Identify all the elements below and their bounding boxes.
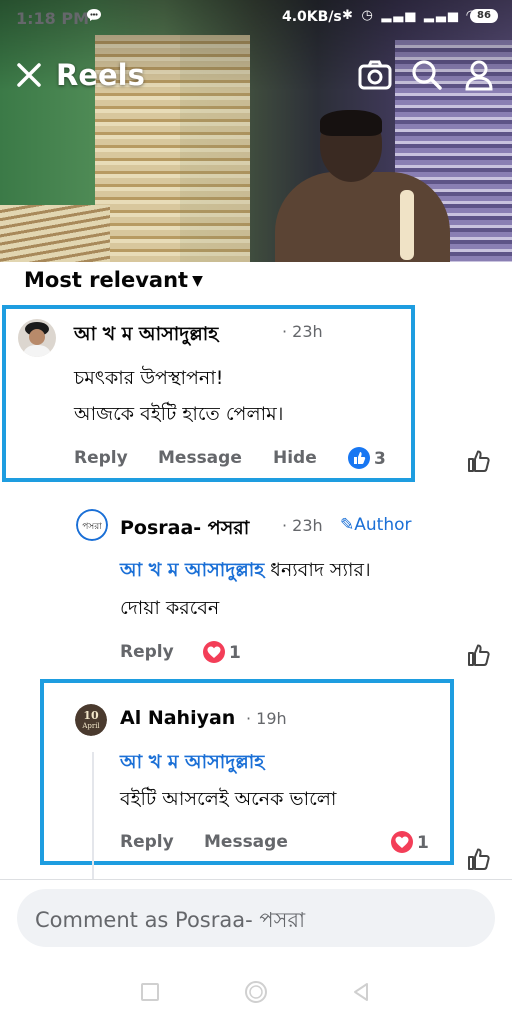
comment-author[interactable]: Al Nahiyan (120, 707, 235, 729)
message-button[interactable]: Message (158, 448, 242, 468)
comment-text-line: আ খ ম আসাদুল্লাহ ধন্যবাদ স্যার। (120, 559, 371, 581)
reply-button[interactable]: Reply (120, 832, 174, 852)
like-icon[interactable] (466, 846, 492, 872)
alarm-icon: ◷ (361, 8, 375, 23)
signal-icon: ▂▃▅ (381, 8, 418, 23)
love-reaction-icon (391, 831, 413, 853)
love-reaction-icon (203, 641, 225, 663)
comment-input-placeholder: Comment as Posraa- পসরা (35, 908, 306, 932)
status-time: 1:18 PM (16, 9, 90, 28)
mention-link[interactable]: আ খ ম আসাদুল্লাহ (120, 559, 264, 581)
chevron-down-icon: ▼ (192, 273, 203, 289)
avatar[interactable]: পসরা (76, 509, 108, 541)
avatar-photo (18, 319, 56, 357)
signal-2-icon: ▂▃▅ (423, 8, 460, 23)
thread-line (92, 752, 94, 880)
comment-sort-dropdown[interactable]: Most relevant ▼ (24, 268, 203, 292)
comment-time: · 23h (282, 516, 323, 535)
status-icons: ✱ ◷ ▂▃▅ ▂▃▅ ◠ (342, 8, 478, 23)
home-icon[interactable] (244, 980, 268, 1004)
recent-apps-icon[interactable] (139, 981, 161, 1003)
reply-button[interactable]: Reply (74, 448, 128, 468)
mention-link[interactable]: আ খ ম আসাদুল্লাহ (120, 744, 264, 780)
status-bar: 1:18 PM 4.0KB/s ✱ ◷ ▂▃▅ ▂▃▅ ◠ 86 (0, 0, 512, 34)
reels-top-bar: Reels (0, 56, 512, 100)
page-logo-icon: পসরা (76, 509, 108, 541)
comment-author[interactable]: আ খ ম আসাদুল্লাহ (74, 320, 218, 352)
like-icon[interactable] (466, 448, 492, 474)
comment-text-line: চমৎকার উপস্থাপনা! (74, 367, 224, 389)
messenger-notification-icon (87, 9, 101, 21)
avatar[interactable]: 10 April (75, 704, 107, 736)
reply-button[interactable]: Reply (120, 642, 174, 662)
svg-text:পসরা: পসরা (82, 522, 102, 532)
battery-indicator: 86 (470, 9, 498, 23)
reaction-count[interactable]: 1 (203, 641, 241, 663)
comment-author[interactable]: Posraa- পসরা (120, 514, 249, 546)
avatar[interactable] (18, 319, 56, 357)
reels-title: Reels (56, 58, 145, 92)
sort-label: Most relevant (24, 268, 189, 292)
reel-video[interactable] (0, 0, 512, 262)
comment-text-line: বইটি আসলেই অনেক ভালো (120, 788, 337, 810)
divider (0, 879, 512, 880)
comment-text-line: দোয়া করবেন (120, 597, 220, 619)
back-icon[interactable] (350, 981, 372, 1003)
svg-text:April: April (81, 722, 100, 730)
avatar-photo: 10 April (75, 704, 107, 736)
like-icon[interactable] (466, 642, 492, 668)
message-button[interactable]: Message (204, 832, 288, 852)
system-nav-bar (0, 965, 512, 1024)
close-icon[interactable] (14, 60, 44, 90)
like-reaction-icon (348, 447, 370, 469)
svg-text:10: 10 (83, 709, 99, 722)
author-badge: ✎Author (340, 515, 412, 535)
bluetooth-icon: ✱ (342, 8, 355, 23)
reaction-count[interactable]: 3 (348, 447, 386, 469)
network-speed: 4.0KB/s (282, 9, 342, 25)
reaction-count[interactable]: 1 (391, 831, 429, 853)
comment-text-line: আজকে বইটি হাতে পেলাম। (74, 403, 284, 425)
profile-icon[interactable] (462, 58, 496, 92)
comment-input[interactable]: Comment as Posraa- পসরা (17, 889, 495, 947)
comment-time: · 19h (246, 709, 287, 728)
camera-icon[interactable] (358, 58, 392, 92)
search-icon[interactable] (410, 58, 444, 92)
comment-time: · 23h (282, 322, 323, 341)
hide-button[interactable]: Hide (273, 448, 317, 468)
